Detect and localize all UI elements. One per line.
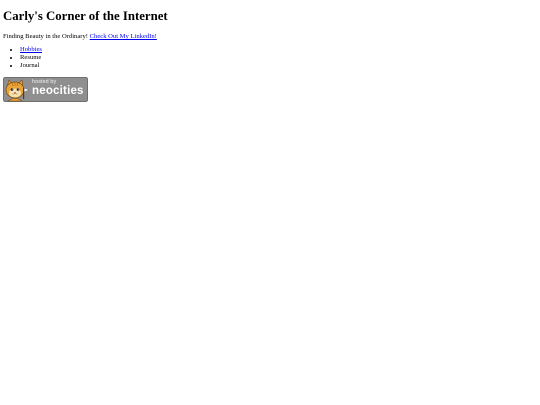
badge-big-text: neocities	[32, 85, 84, 97]
nav-item-resume: Resume	[20, 54, 42, 62]
hobbies-link[interactable]: Hobbies	[20, 46, 42, 53]
page-title: Carly's Corner of the Internet	[3, 9, 168, 23]
nav-list: Hobbies Resume Journal	[3, 46, 42, 70]
neocities-badge[interactable]: hosted by neocities	[3, 77, 88, 102]
nav-item-hobbies: Hobbies	[20, 46, 42, 54]
badge-text: hosted by neocities	[32, 79, 88, 97]
tagline: Finding Beauty in the Ordinary! Check Ou…	[3, 32, 157, 41]
nav-item-journal: Journal	[20, 62, 42, 70]
tagline-text: Finding Beauty in the Ordinary!	[3, 33, 88, 40]
linkedin-link[interactable]: Check Out My LinkedIn!	[90, 33, 157, 40]
